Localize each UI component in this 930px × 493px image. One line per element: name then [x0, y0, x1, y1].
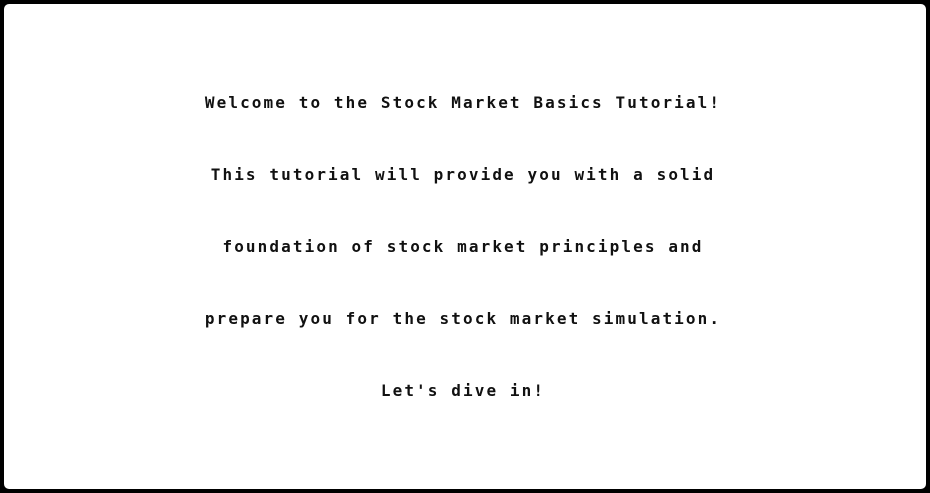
message-line: Welcome to the Stock Market Basics Tutor… [204, 92, 722, 112]
message-line: foundation of stock market principles an… [222, 236, 704, 256]
message-line: This tutorial will provide you with a so… [210, 164, 716, 184]
message-line: Let's dive in! [380, 380, 546, 400]
tutorial-dialog-box[interactable]: Welcome to the Stock Market Basics Tutor… [2, 2, 928, 491]
message-line: prepare you for the stock market simulat… [204, 308, 722, 328]
tutorial-message: Welcome to the Stock Market Basics Tutor… [205, 43, 721, 451]
